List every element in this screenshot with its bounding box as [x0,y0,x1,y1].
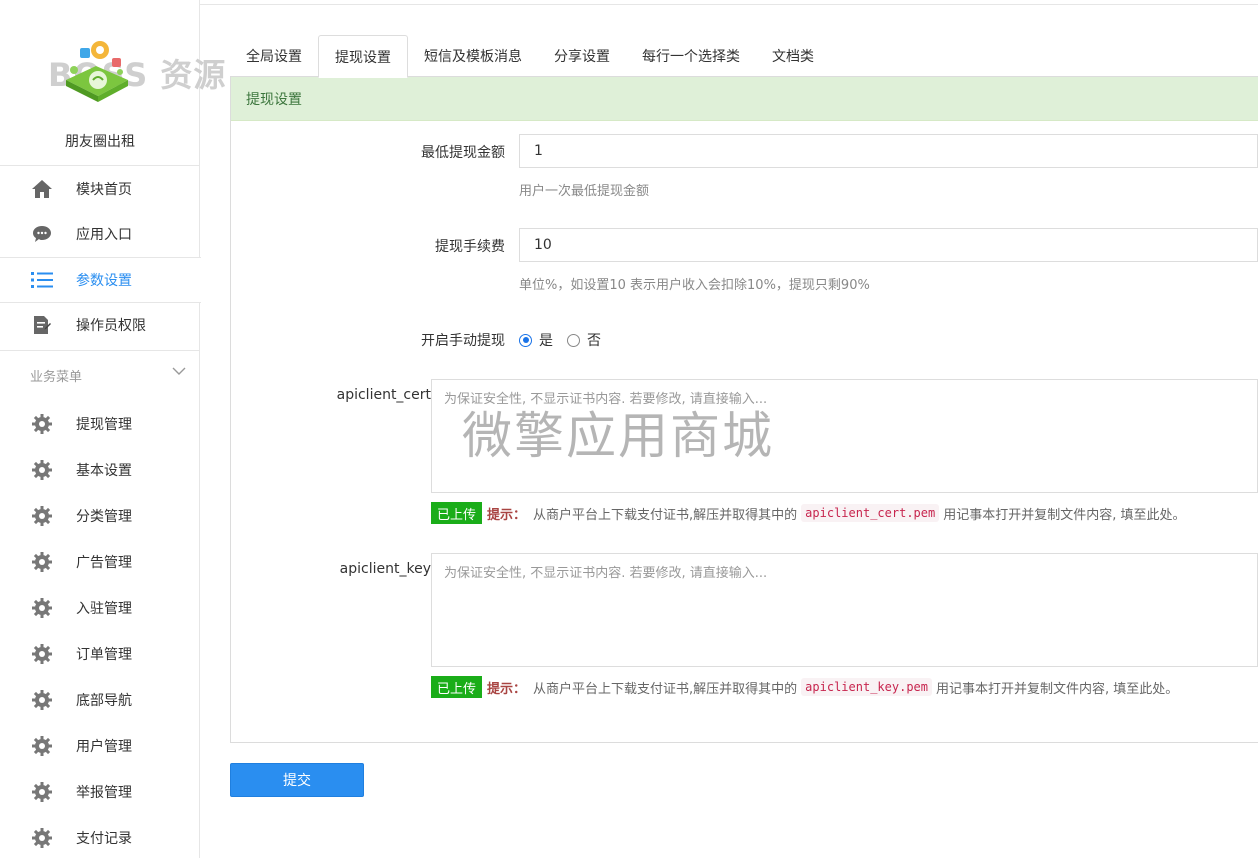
tab-withdraw-settings[interactable]: 提现设置 [318,35,408,78]
gear-icon [30,504,54,528]
cert-filename: apiclient_cert.pem [801,504,940,522]
key-tip-text-before: 从商户平台上下载支付证书,解压并取得其中的 [533,681,798,697]
gear-icon [30,780,54,804]
radio-no-label: 否 [587,333,601,349]
apiclient-cert-label: apiclient_cert [336,387,431,403]
sidebar-item-order-manage[interactable]: 订单管理 [0,631,200,677]
apiclient-key-textarea[interactable]: 为保证安全性, 不显示证书内容. 若要修改, 请直接输入... [431,553,1258,667]
min-amount-help: 用户一次最低提现金额 [519,184,650,199]
sidebar-item-app-entry[interactable]: 应用入口 [0,211,200,257]
sidebar-item-payment-records[interactable]: 支付记录 [0,815,200,858]
top-divider [200,4,1258,5]
cert-tip-text-before: 从商户平台上下载支付证书,解压并取得其中的 [533,507,798,523]
fee-help: 单位%，如设置10 表示用户收入会扣除10%，提现只剩90% [519,278,870,293]
tab-sms-template[interactable]: 短信及模板消息 [408,35,538,77]
tab-global-settings[interactable]: 全局设置 [230,35,318,77]
apiclient-key-label: apiclient_key [339,561,431,577]
sidebar-item-report-manage[interactable]: 举报管理 [0,769,200,815]
sidebar-item-label: 支付记录 [76,831,132,847]
key-uploaded-badge: 已上传 [431,676,483,698]
sidebar-item-basic-settings[interactable]: 基本设置 [0,447,200,493]
key-tip: 已上传 提示： 从商户平台上下载支付证书,解压并取得其中的 apiclient_… [431,676,1178,698]
sidebar-item-label: 入驻管理 [76,601,132,617]
gear-icon [30,596,54,620]
fee-input[interactable]: 10 [519,228,1258,262]
tab-line-select[interactable]: 每行一个选择类 [626,35,756,77]
sidebar-item-label: 操作员权限 [76,318,146,335]
cert-tip-label: 提示： [487,507,527,523]
panel-title: 提现设置 [231,77,1258,121]
radio-yes-label: 是 [539,333,553,349]
manual-withdraw-radio-group: 是 否 [519,330,601,350]
app-name: 朋友圈出租 [65,134,135,150]
sidebar-item-label: 广告管理 [76,555,132,571]
radio-yes[interactable] [519,333,532,347]
fee-label: 提现手续费 [435,239,505,255]
sidebar-item-label: 提现管理 [76,417,132,433]
key-tip-text-after: 用记事本打开并复制文件内容, 填至此处。 [936,681,1179,697]
gear-icon [30,826,54,850]
cert-uploaded-badge: 已上传 [431,502,483,524]
gear-icon [30,642,54,666]
sidebar-item-label: 底部导航 [76,693,132,709]
sidebar-item-label: 订单管理 [76,647,132,663]
gear-icon [30,688,54,712]
sidebar-item-label: 应用入口 [76,227,132,244]
sidebar-item-label: 参数设置 [76,272,132,289]
watermark: 微擎应用商城 [462,407,774,465]
submit-button[interactable]: 提交 [230,763,364,797]
sidebar-top-menu: 模块首页 应用入口 参数设置 操作员权限 [0,165,201,348]
sidebar-item-label: 举报管理 [76,785,132,801]
gear-icon [30,412,54,436]
tab-document[interactable]: 文档类 [756,35,830,77]
tab-share-settings[interactable]: 分享设置 [538,35,626,77]
business-menu-header[interactable]: 业务菜单 [0,350,200,400]
gear-icon [30,458,54,482]
home-icon [30,177,54,201]
sidebar-item-label: 基本设置 [76,463,132,479]
key-tip-label: 提示： [487,681,527,697]
radio-no[interactable] [567,333,580,347]
sidebar-item-home[interactable]: 模块首页 [0,166,200,212]
list-icon [30,268,54,292]
app-root: BOSS 资源 朋友圈出租 模块首页 应用入口 参数设置 操作员权限 业务菜单 … [0,0,1258,858]
settings-tabs: 全局设置 提现设置 短信及模板消息 分享设置 每行一个选择类 文档类 [230,35,830,78]
sidebar-item-label: 模块首页 [76,181,132,198]
sidebar-item-user-manage[interactable]: 用户管理 [0,723,200,769]
business-menu: 提现管理 基本设置 分类管理 广告管理 入驻管理 订单管理 底部导航 用户管理 … [0,401,200,858]
manual-withdraw-label: 开启手动提现 [421,333,505,349]
sidebar: BOSS 资源 朋友圈出租 模块首页 应用入口 参数设置 操作员权限 业务菜单 … [0,0,225,858]
sidebar-item-operator-permissions[interactable]: 操作员权限 [0,302,200,348]
sidebar-item-bottom-nav[interactable]: 底部导航 [0,677,200,723]
logo: BOSS 资源 [48,36,228,116]
cert-tip-text-after: 用记事本打开并复制文件内容, 填至此处。 [943,507,1186,523]
logo-image-icon [66,41,128,102]
sidebar-item-ad-manage[interactable]: 广告管理 [0,539,200,585]
chat-bubble-icon [30,222,54,246]
sidebar-item-label: 用户管理 [76,739,132,755]
gear-icon [30,734,54,758]
section-title: 业务菜单 [30,370,83,385]
gear-icon [30,550,54,574]
sidebar-item-label: 分类管理 [76,509,132,525]
sidebar-item-withdraw-manage[interactable]: 提现管理 [0,401,200,447]
key-filename: apiclient_key.pem [801,678,932,696]
min-amount-input[interactable]: 1 [519,134,1258,168]
document-edit-icon [30,313,54,337]
min-amount-label: 最低提现金额 [421,145,505,161]
cert-tip: 已上传 提示： 从商户平台上下载支付证书,解压并取得其中的 apiclient_… [431,502,1185,524]
sidebar-item-params[interactable]: 参数设置 [0,257,201,303]
sidebar-item-category-manage[interactable]: 分类管理 [0,493,200,539]
chevron-down-icon [172,367,186,375]
sidebar-item-settle-manage[interactable]: 入驻管理 [0,585,200,631]
